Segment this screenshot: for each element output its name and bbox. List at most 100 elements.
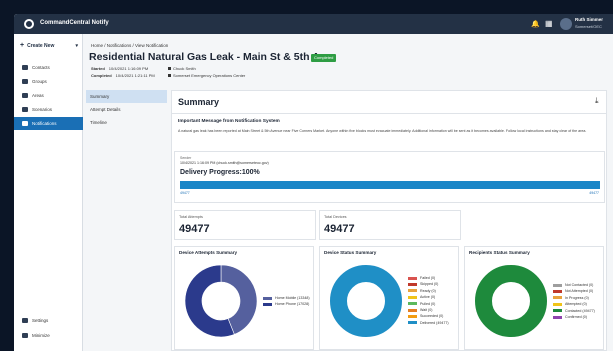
areas-icon [22,93,28,98]
avatar[interactable] [560,18,572,30]
sidebar-item-groups[interactable]: Groups [14,75,83,88]
org-meta: Somerset Emergency Operations Center [168,73,245,78]
legend-item: Not Attempted (0) [553,288,595,294]
chart-legend: Failed (0) Skipped (0) Ready (0) Active (0)… [408,275,449,326]
status-badge: Completed [311,54,337,62]
legend-label: Contacted (49477) [565,308,595,313]
create-new-label: Create New [27,43,55,49]
legend-label: Home Mobile (13348) [275,296,310,300]
bell-icon[interactable]: 🔔 [531,20,540,28]
notifications-icon [22,121,28,126]
legend-swatch [553,289,562,293]
legend-item: Succeeded (0) [408,313,449,319]
sidebar-item-scenarios[interactable]: Scenarios [14,103,83,116]
progress-count-right: 49477 [589,191,599,195]
device-attempts-card: Device Attempts Summary Home Mobile (133… [174,246,314,350]
sidebar-item-minimize[interactable]: Minimize [14,329,83,342]
sidebar-item-label: Scenarios [32,107,53,112]
sender-name: Chuck Smith [173,66,196,71]
app-logo-icon[interactable] [24,19,34,29]
sidebar-item-contacts[interactable]: Contacts [14,61,83,74]
tab-timeline[interactable]: Timeline [86,116,167,129]
legend-swatch [553,309,562,313]
sender-meta: Chuck Smith [168,66,196,71]
summary-panel: Summary ⤓ Important Message from Notific… [171,90,607,351]
total-attempts-label: Total Attempts [179,215,203,219]
chart-legend: Not Contacted (0) Not Attempted (0) In Pro… [553,282,595,320]
user-org: Somerset/OEC [575,24,602,29]
sidebar-item-label: Groups [32,79,47,84]
sidebar-item-notifications[interactable]: Notifications [14,117,83,130]
legend-swatch [408,282,417,286]
sidebar-item-label: Contacts [32,65,50,70]
completed-meta: Completed 10/4/2021 1:21:11 PM [91,73,155,78]
sidebar: + Create New ▾ Contacts Groups Areas Scen… [14,34,83,351]
groups-icon [22,79,28,84]
gear-icon [22,318,28,323]
donut-chart [330,265,402,337]
completed-label: Completed [91,73,112,78]
completed-value: 10/4/2021 1:21:11 PM [115,73,155,78]
divider [172,113,606,114]
legend-swatch [408,321,417,325]
app-window: CommandCentral Notify 🔔 ▦ Ruth Simmer So… [14,14,613,351]
legend-label: Failed (0) [420,276,436,280]
legend-swatch [408,308,417,312]
app-title: CommandCentral Notify [40,20,109,26]
donut-slice [475,265,547,337]
legend-swatch [408,302,417,306]
building-icon [168,74,171,77]
detail-tabs: Summary Attempt Details Timeline [86,90,167,129]
started-value: 10/4/2021 1:16:09 PM [108,66,149,71]
page-title: Residential Natural Gas Leak - Main St &… [89,51,331,63]
person-icon [168,67,171,70]
card-title: Device Status Summary [324,250,377,255]
legend-swatch [553,302,562,306]
donut-chart [475,265,547,337]
delivery-progress-box: Sender 10/4/2021 1:16:09 PM (chuck.smith… [174,151,605,203]
legend-item: Home Phone (17028) [263,301,310,307]
donut-slice [330,265,402,337]
legend-swatch [553,315,562,319]
create-new-button[interactable]: + Create New ▾ [20,42,78,52]
legend-label: Delivered (49477) [420,320,449,325]
legend-label: Confirmed (0) [565,314,587,319]
collapse-icon [22,333,28,338]
total-devices-value: 49477 [324,223,355,235]
sidebar-item-settings[interactable]: Settings [14,314,83,327]
apps-grid-icon[interactable]: ▦ [545,19,553,28]
sender-label: Sender [180,156,192,160]
legend-item: Confirmed (0) [553,314,595,320]
user-name[interactable]: Ruth Simmer [575,17,613,22]
sender-value: 10/4/2021 1:16:09 PM (chuck.smith@somers… [180,161,269,165]
legend-label: Skipped (0) [420,282,439,287]
legend-swatch [263,302,272,306]
breadcrumb[interactable]: Home / Notifications / View Notification [91,43,168,48]
sidebar-item-areas[interactable]: Areas [14,89,83,102]
donut-chart [184,264,258,338]
tab-attempt-details[interactable]: Attempt Details [86,103,167,116]
progress-bar-fill [180,181,600,189]
card-title: Recipients Status Summary [469,250,530,255]
legend-label: Active (0) [420,295,436,300]
download-icon[interactable]: ⤓ [595,96,599,106]
top-bar: CommandCentral Notify 🔔 ▦ Ruth Simmer So… [14,14,613,34]
chevron-down-icon: ▾ [75,43,78,49]
legend-swatch [408,276,417,280]
tab-summary[interactable]: Summary [86,90,167,103]
device-status-card: Device Status Summary Failed (0) Skipped … [319,246,459,350]
message-heading: Important Message from Notification Syst… [178,119,280,124]
legend-label: Succeeded (0) [420,314,444,319]
progress-bar [180,181,600,189]
started-label: Started [91,66,105,71]
legend-label: Attempted (0) [565,302,587,307]
legend-swatch [263,296,272,300]
legend-swatch [553,283,562,287]
legend-item: Delivered (49477) [408,320,449,326]
delivery-progress-label: Delivery Progress:100% [180,169,260,176]
scenarios-icon [22,107,28,112]
total-devices-label: Total Devices [324,215,347,219]
legend-label: Not Attempted (0) [565,289,594,294]
summary-heading: Summary [178,97,220,107]
legend-item: Contacted (49477) [553,308,595,314]
